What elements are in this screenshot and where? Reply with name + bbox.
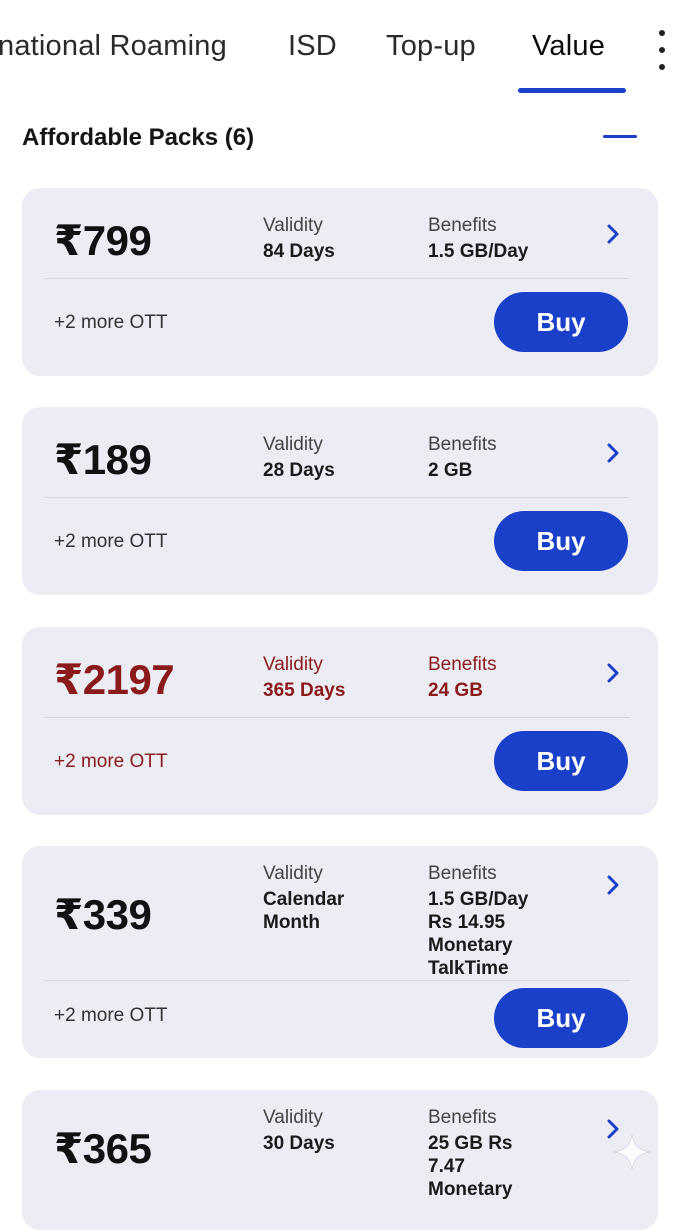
benefits-label: Benefits [428,215,497,236]
chevron-right-icon[interactable] [602,442,624,464]
section-title: Affordable Packs (6) [22,124,255,151]
more-options-icon[interactable] [652,30,672,70]
benefits-value: 1.5 GB/Day [428,241,529,262]
ott-text: +2 more OTT [54,531,168,552]
benefits-value: 1.5 GB/Day Rs 14.95 Monetary TalkTime [428,889,529,979]
validity-label: Validity [263,654,323,675]
tab-national-roaming[interactable]: national Roaming [0,30,227,63]
validity-label: Validity [263,434,323,455]
tab-top-up[interactable]: Top-up [386,30,476,63]
validity-value: Calendar Month [263,889,345,933]
card-divider [44,980,630,981]
buy-button[interactable]: Buy [494,988,628,1048]
pack-card[interactable]: ₹2197 Validity 365 Days Benefits 24 GB +… [22,627,658,815]
ott-text: +2 more OTT [54,751,168,772]
chevron-right-icon[interactable] [602,874,624,896]
active-tab-indicator [518,88,626,93]
benefits-value: 25 GB Rs 7.47 Monetary [428,1133,513,1200]
card-divider [44,497,630,498]
chevron-right-icon[interactable] [602,662,624,684]
pack-card[interactable]: ₹339 Validity Calendar Month Benefits 1.… [22,846,658,1058]
buy-button[interactable]: Buy [494,731,628,791]
tab-bar: national Roaming ISD Top-up Value [0,0,681,100]
validity-label: Validity [263,215,323,236]
benefits-label: Benefits [428,434,497,455]
buy-button[interactable]: Buy [494,292,628,352]
sparkle-icon [613,1133,651,1171]
pack-price: ₹189 [54,436,152,483]
benefits-label: Benefits [428,863,497,884]
validity-label: Validity [263,1107,323,1128]
validity-label: Validity [263,863,323,884]
chevron-right-icon[interactable] [602,223,624,245]
pack-card[interactable]: ₹365 Validity 30 Days Benefits 25 GB Rs … [22,1090,658,1230]
pack-price: ₹339 [54,891,152,938]
benefits-value: 2 GB [428,460,473,481]
pack-card[interactable]: ₹189 Validity 28 Days Benefits 2 GB +2 m… [22,407,658,595]
ott-text: +2 more OTT [54,312,168,333]
tab-value[interactable]: Value [532,30,605,63]
pack-card[interactable]: ₹799 Validity 84 Days Benefits 1.5 GB/Da… [22,188,658,376]
collapse-icon[interactable] [603,135,637,138]
pack-price: ₹365 [54,1125,152,1172]
card-divider [44,717,630,718]
card-divider [44,278,630,279]
pack-price: ₹2197 [54,656,175,703]
benefits-label: Benefits [428,654,497,675]
tab-isd[interactable]: ISD [288,30,337,63]
buy-button[interactable]: Buy [494,511,628,571]
benefits-label: Benefits [428,1107,497,1128]
ott-text: +2 more OTT [54,1005,168,1026]
benefits-value: 24 GB [428,680,483,701]
pack-price: ₹799 [54,217,152,264]
